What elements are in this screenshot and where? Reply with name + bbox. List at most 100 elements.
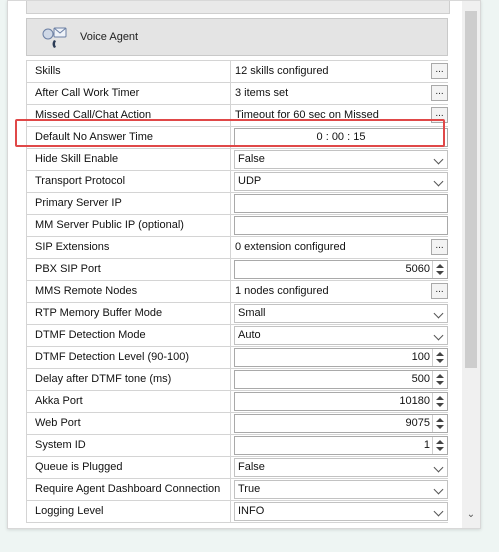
row-label: PBX SIP Port bbox=[26, 259, 231, 280]
stepper-arrows[interactable] bbox=[432, 261, 447, 278]
sip-extensions-value: 0 extension configured bbox=[235, 241, 346, 253]
row-label: Missed Call/Chat Action bbox=[26, 105, 231, 126]
row-mms-remote-nodes: MMS Remote Nodes 1 nodes configured ... bbox=[26, 281, 448, 303]
queue-is-plugged-dropdown[interactable]: False bbox=[234, 458, 448, 477]
missed-call-action-edit-button[interactable]: ... bbox=[431, 107, 448, 123]
spin-up-icon[interactable] bbox=[436, 440, 444, 444]
web-port-stepper[interactable]: 9075 bbox=[234, 414, 448, 433]
row-label: Primary Server IP bbox=[26, 193, 231, 214]
sip-extensions-edit-button[interactable]: ... bbox=[431, 239, 448, 255]
row-label: Logging Level bbox=[26, 501, 231, 522]
spin-up-icon[interactable] bbox=[436, 352, 444, 356]
spin-up-icon[interactable] bbox=[436, 418, 444, 422]
after-call-work-timer-edit-button[interactable]: ... bbox=[431, 85, 448, 101]
row-value: 1 bbox=[232, 435, 448, 456]
dtmf-detection-level-stepper[interactable]: 100 bbox=[234, 348, 448, 367]
chevron-down-icon bbox=[433, 176, 444, 187]
hide-skill-enable-dropdown[interactable]: False bbox=[234, 150, 448, 169]
row-primary-server-ip: Primary Server IP bbox=[26, 193, 448, 215]
row-value: False bbox=[232, 149, 448, 170]
dropdown-value: False bbox=[238, 153, 265, 165]
delay-after-dtmf-stepper[interactable]: 500 bbox=[234, 370, 448, 389]
row-mm-server-public-ip: MM Server Public IP (optional) bbox=[26, 215, 448, 237]
skills-edit-button[interactable]: ... bbox=[431, 63, 448, 79]
require-agent-dashboard-dropdown[interactable]: True bbox=[234, 480, 448, 499]
chevron-down-icon bbox=[433, 154, 444, 165]
stepper-value: 5060 bbox=[405, 263, 430, 275]
dropdown-value: False bbox=[238, 461, 265, 473]
row-web-port: Web Port 9075 bbox=[26, 413, 448, 435]
previous-section-edge bbox=[26, 1, 450, 14]
spin-down-icon[interactable] bbox=[436, 381, 444, 385]
row-value: Timeout for 60 sec on Missed ... bbox=[232, 105, 448, 126]
row-dtmf-detection-level: DTMF Detection Level (90-100) 100 bbox=[26, 347, 448, 369]
spin-down-icon[interactable] bbox=[436, 359, 444, 363]
transport-protocol-dropdown[interactable]: UDP bbox=[234, 172, 448, 191]
spin-down-icon[interactable] bbox=[436, 271, 444, 275]
spin-up-icon[interactable] bbox=[436, 396, 444, 400]
scrollbar-thumb[interactable] bbox=[465, 11, 477, 368]
mm-server-public-ip-input[interactable] bbox=[234, 216, 448, 235]
logging-level-dropdown[interactable]: INFO bbox=[234, 502, 448, 521]
mms-remote-nodes-edit-button[interactable]: ... bbox=[431, 283, 448, 299]
voice-agent-icon bbox=[42, 27, 67, 48]
row-value: INFO bbox=[232, 501, 448, 522]
rtp-memory-buffer-mode-dropdown[interactable]: Small bbox=[234, 304, 448, 323]
row-label: Hide Skill Enable bbox=[26, 149, 231, 170]
row-default-no-answer-time: Default No Answer Time 0 : 00 : 15 bbox=[26, 127, 448, 149]
chevron-down-icon bbox=[433, 462, 444, 473]
dtmf-detection-mode-dropdown[interactable]: Auto bbox=[234, 326, 448, 345]
row-label: Delay after DTMF tone (ms) bbox=[26, 369, 231, 390]
stepper-arrows[interactable] bbox=[432, 349, 447, 366]
row-label: SIP Extensions bbox=[26, 237, 231, 258]
pbx-sip-port-stepper[interactable]: 5060 bbox=[234, 260, 448, 279]
spin-up-icon[interactable] bbox=[436, 264, 444, 268]
skills-value: 12 skills configured bbox=[235, 65, 329, 77]
stepper-value: 500 bbox=[411, 373, 430, 385]
row-value: 100 bbox=[232, 347, 448, 368]
row-value: 3 items set ... bbox=[232, 83, 448, 104]
vertical-scrollbar[interactable]: ⌄ bbox=[462, 1, 480, 528]
akka-port-stepper[interactable]: 10180 bbox=[234, 392, 448, 411]
row-skills: Skills 12 skills configured ... bbox=[26, 61, 448, 83]
dropdown-value: INFO bbox=[238, 505, 265, 517]
row-pbx-sip-port: PBX SIP Port 5060 bbox=[26, 259, 448, 281]
row-value: UDP bbox=[232, 171, 448, 192]
stepper-value: 1 bbox=[423, 439, 430, 451]
row-akka-port: Akka Port 10180 bbox=[26, 391, 448, 413]
stepper-arrows[interactable] bbox=[432, 415, 447, 432]
row-value: 500 bbox=[232, 369, 448, 390]
section-header-voice-agent[interactable]: Voice Agent bbox=[26, 18, 448, 56]
section-title: Voice Agent bbox=[80, 31, 139, 43]
property-grid: Skills 12 skills configured ... After Ca… bbox=[26, 60, 448, 523]
spin-down-icon[interactable] bbox=[436, 425, 444, 429]
spin-down-icon[interactable] bbox=[436, 403, 444, 407]
stepper-value: 9075 bbox=[405, 417, 430, 429]
row-value bbox=[232, 193, 448, 214]
row-label: Queue is Plugged bbox=[26, 457, 231, 478]
row-require-agent-dashboard-connection: Require Agent Dashboard Connection True bbox=[26, 479, 448, 501]
row-after-call-work-timer: After Call Work Timer 3 items set ... bbox=[26, 83, 448, 105]
dropdown-value: Auto bbox=[238, 329, 261, 341]
row-label: After Call Work Timer bbox=[26, 83, 231, 104]
row-delay-after-dtmf-tone: Delay after DTMF tone (ms) 500 bbox=[26, 369, 448, 391]
default-no-answer-time-input[interactable]: 0 : 00 : 15 bbox=[234, 128, 448, 147]
stepper-arrows[interactable] bbox=[432, 371, 447, 388]
row-value: 12 skills configured ... bbox=[232, 61, 448, 82]
row-value: 0 extension configured ... bbox=[232, 237, 448, 258]
row-value: Small bbox=[232, 303, 448, 324]
primary-server-ip-input[interactable] bbox=[234, 194, 448, 213]
spin-up-icon[interactable] bbox=[436, 374, 444, 378]
chevron-down-icon bbox=[433, 330, 444, 341]
stepper-arrows[interactable] bbox=[432, 437, 447, 454]
system-id-stepper[interactable]: 1 bbox=[234, 436, 448, 455]
stepper-arrows[interactable] bbox=[432, 393, 447, 410]
chevron-down-icon bbox=[433, 484, 444, 495]
scroll-down-icon[interactable]: ⌄ bbox=[465, 508, 477, 522]
row-value: True bbox=[232, 479, 448, 500]
row-logging-level: Logging Level INFO bbox=[26, 501, 448, 523]
spin-down-icon[interactable] bbox=[436, 447, 444, 451]
row-label: DTMF Detection Mode bbox=[26, 325, 231, 346]
row-label: Akka Port bbox=[26, 391, 231, 412]
mms-remote-nodes-value: 1 nodes configured bbox=[235, 285, 329, 297]
